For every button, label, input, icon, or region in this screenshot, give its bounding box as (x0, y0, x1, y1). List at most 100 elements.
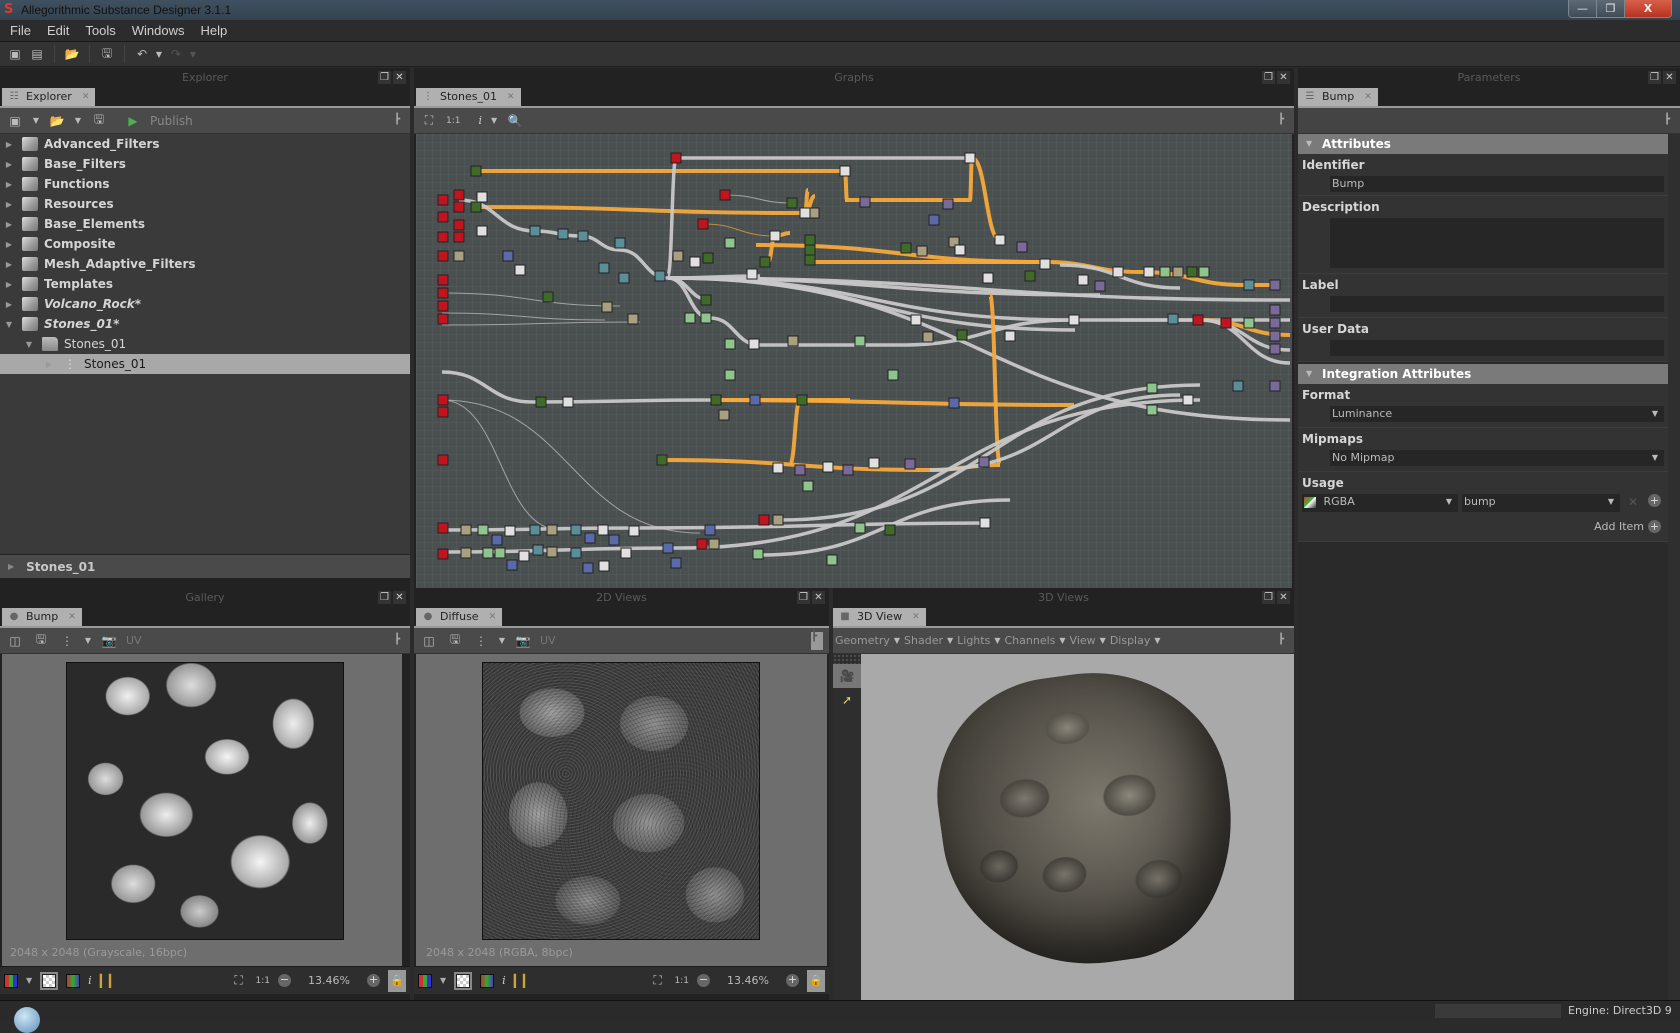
graph-node[interactable] (1192, 314, 1204, 326)
graph-node[interactable] (514, 264, 526, 276)
graph-node-icon[interactable]: ⋮ (472, 633, 490, 649)
graph-node[interactable] (618, 272, 630, 284)
graph-node[interactable] (887, 369, 899, 381)
graph-node[interactable] (535, 396, 547, 408)
graph-node[interactable] (662, 542, 674, 554)
usage-dropdown[interactable]: bump ▼ (1462, 494, 1620, 512)
transparency-icon[interactable] (454, 971, 473, 990)
float-icon[interactable]: ❐ (1262, 71, 1275, 84)
graph-node[interactable] (804, 244, 816, 256)
tree-item[interactable]: ▶ Resources (0, 194, 410, 214)
light-tool-icon[interactable]: ➚ (833, 688, 861, 712)
graph-node[interactable] (437, 194, 449, 206)
graph-node[interactable] (982, 272, 994, 284)
graph-node[interactable] (584, 532, 596, 544)
graph-node[interactable] (518, 550, 530, 562)
graph-node[interactable] (608, 534, 620, 546)
graph-node[interactable] (620, 547, 632, 559)
graph-node[interactable] (570, 524, 582, 536)
one-to-one-button[interactable]: 1:1 (256, 976, 270, 986)
graph-node[interactable] (839, 165, 851, 177)
remove-usage-icon[interactable]: ✕ (1628, 495, 1638, 509)
menu-help[interactable]: Help (200, 23, 227, 38)
info-icon[interactable]: i (502, 974, 506, 987)
drag-handle[interactable] (833, 654, 861, 664)
play-icon[interactable]: ▶ (124, 113, 142, 129)
params-scrollbar[interactable] (1668, 134, 1680, 1000)
graph-node[interactable] (787, 335, 799, 347)
graph-node[interactable] (748, 338, 760, 350)
graph-node[interactable] (1167, 313, 1179, 325)
graph-node[interactable] (689, 256, 701, 268)
graph-node[interactable] (1068, 314, 1080, 326)
expand-arrow-icon[interactable]: ▶ (44, 360, 54, 369)
histogram-icon[interactable]: ▎▎ (100, 974, 118, 988)
add-usage-icon[interactable]: + (1648, 494, 1661, 507)
transparency-icon[interactable] (40, 971, 59, 990)
float-icon[interactable]: ❐ (1262, 591, 1275, 604)
graph-node[interactable] (437, 394, 449, 406)
graph-node[interactable] (684, 312, 696, 324)
tab-bump[interactable]: ☰ Bump ✕ (1298, 88, 1378, 106)
graph-node[interactable] (491, 534, 503, 546)
tree-item[interactable]: ▼ Stones_01 (0, 334, 410, 354)
graph-node[interactable] (964, 152, 976, 164)
channels-dropdown-icon[interactable]: ▼ (440, 976, 446, 985)
graph-node[interactable] (708, 538, 720, 550)
save-icon[interactable]: 🖫 (90, 112, 108, 129)
user-data-field[interactable] (1330, 340, 1664, 356)
save-image-icon[interactable]: 🖫 (32, 632, 50, 649)
graph-node[interactable] (437, 300, 449, 312)
graph-node[interactable] (942, 198, 954, 210)
tree-item[interactable]: ▶ Base_Filters (0, 154, 410, 174)
graph-node[interactable] (494, 547, 506, 559)
tab-close-icon[interactable]: ✕ (489, 608, 497, 626)
section-attributes[interactable]: ▼ Attributes (1298, 134, 1668, 154)
zoom-value[interactable]: 13.46% (718, 974, 778, 987)
graph-canvas[interactable] (416, 134, 1292, 588)
graph-node[interactable] (482, 547, 494, 559)
tab-3d-view[interactable]: ■ 3D View ✕ (833, 608, 926, 626)
zoom-out-icon[interactable]: − (278, 974, 291, 987)
graph-node[interactable] (453, 201, 465, 213)
close-icon[interactable]: ✕ (1277, 71, 1290, 84)
new-dropdown-icon[interactable]: ▼ (32, 113, 40, 129)
tree-item[interactable]: ▶ Composite (0, 234, 410, 254)
graph-node[interactable] (900, 242, 912, 254)
graph-node[interactable] (1143, 266, 1155, 278)
zoom-in-icon[interactable]: + (786, 974, 799, 987)
graph-node[interactable] (802, 480, 814, 492)
graph-node[interactable] (796, 394, 808, 406)
one-to-one-button[interactable]: 1:1 (675, 976, 689, 986)
graph-node[interactable] (437, 548, 449, 560)
tab-close-icon[interactable]: ✕ (82, 88, 90, 106)
close-icon[interactable]: ✕ (393, 71, 406, 84)
graph-node[interactable] (672, 250, 684, 262)
tab-diffuse[interactable]: ● Diffuse ✕ (416, 608, 503, 626)
graph-node[interactable] (437, 231, 449, 243)
graph-node[interactable] (1112, 266, 1124, 278)
graph-node[interactable] (746, 268, 758, 280)
graph-node[interactable] (868, 457, 880, 469)
graph-node[interactable] (577, 230, 589, 242)
uv-button[interactable]: UV (540, 634, 556, 647)
channels-icon[interactable] (418, 973, 432, 988)
tab-close-icon[interactable]: ✕ (507, 88, 515, 106)
save-all-icon[interactable]: 🖫 (98, 46, 116, 62)
close-icon[interactable]: ✕ (812, 591, 825, 604)
graph-node[interactable] (822, 461, 834, 473)
graph-node[interactable] (786, 197, 798, 209)
app-orb-icon[interactable] (14, 1007, 40, 1033)
graph-node[interactable] (826, 554, 838, 566)
graph-node[interactable] (859, 196, 871, 208)
zoom-value[interactable]: 13.46% (299, 974, 359, 987)
graph-node[interactable] (1094, 280, 1106, 292)
graph-node[interactable] (1269, 279, 1281, 291)
3d-viewport[interactable] (861, 654, 1294, 1000)
graph-node[interactable] (614, 237, 626, 249)
compare-icon[interactable]: ◫ (6, 633, 24, 649)
graph-node[interactable] (794, 464, 806, 476)
pin-icon[interactable]: ┣ (394, 635, 404, 645)
search-icon[interactable]: 🔍 (506, 113, 524, 129)
graph-node[interactable] (557, 228, 569, 240)
